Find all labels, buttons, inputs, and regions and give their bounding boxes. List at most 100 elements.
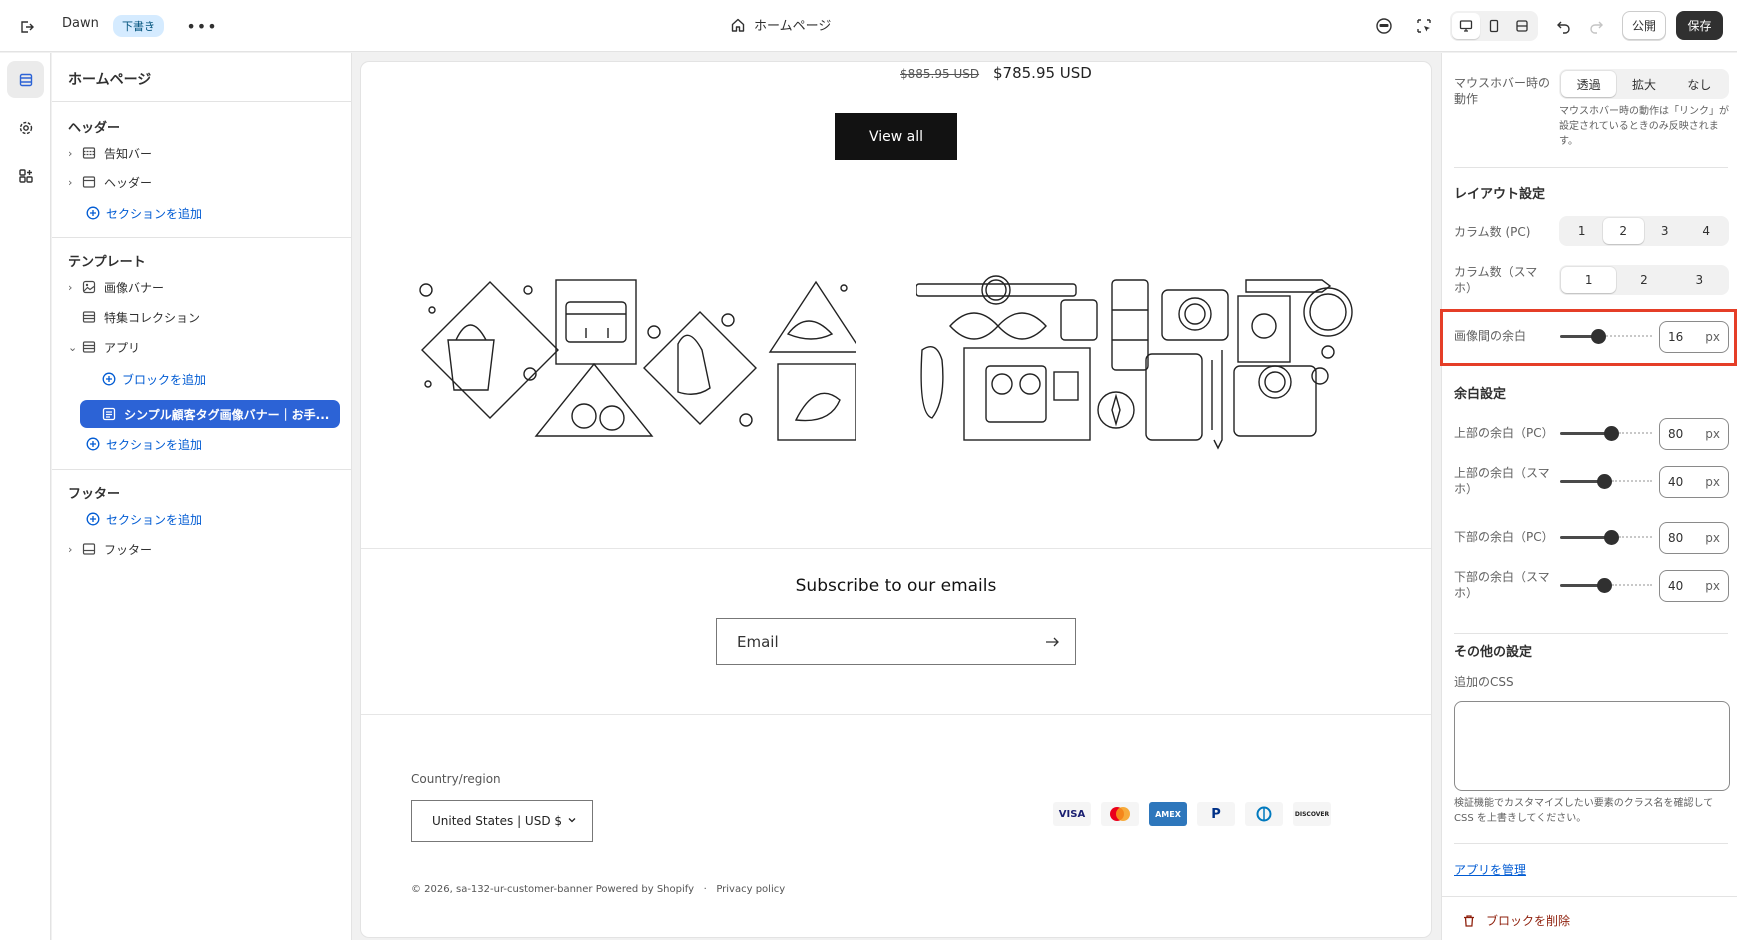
country-selector[interactable]: United States | USD $	[411, 800, 593, 842]
top-padding-sp-slider[interactable]	[1560, 473, 1652, 489]
sidebar-item-label: 画像バナー	[104, 280, 165, 295]
redo-icon[interactable]	[1580, 11, 1612, 41]
sidebar-item-image-banner[interactable]: › 画像バナー	[68, 275, 338, 299]
chevron-right-icon[interactable]: ›	[68, 147, 82, 160]
sidebar-item-header[interactable]: › ヘッダー	[68, 170, 338, 194]
top-bar: Dawn 下書き ••• ホームページ 公開 保存	[0, 0, 1737, 52]
sections-icon[interactable]	[7, 61, 44, 98]
mobile-view-icon[interactable]	[1480, 13, 1508, 39]
template-group-label: テンプレート	[68, 255, 146, 270]
arrow-right-icon[interactable]	[1043, 633, 1061, 651]
hover-option-zoom[interactable]: 拡大	[1616, 71, 1671, 97]
slider-track	[1619, 536, 1652, 538]
add-section-button-template[interactable]: セクションを追加	[86, 432, 202, 456]
chevron-down-icon[interactable]: ⌄	[68, 341, 82, 354]
page-selector[interactable]: ホームページ	[730, 15, 831, 34]
theme-settings-gear-icon[interactable]	[7, 109, 44, 146]
more-actions-button[interactable]: •••	[186, 13, 216, 39]
bottom-padding-pc-slider[interactable]	[1560, 529, 1652, 545]
bottom-padding-pc-value: 80	[1668, 531, 1684, 545]
divider	[361, 548, 1431, 549]
copyright-text: © 2026, sa-132-ur-customer-banner Powere…	[411, 884, 695, 895]
amex-icon: AMEX	[1149, 802, 1187, 826]
columns-pc-option-1[interactable]: 1	[1561, 218, 1603, 244]
columns-sp-option-1[interactable]: 1	[1561, 267, 1617, 293]
publish-button[interactable]: 公開	[1622, 11, 1666, 40]
select-element-icon[interactable]	[1410, 13, 1438, 39]
columns-sp-option-3[interactable]: 3	[1672, 267, 1727, 293]
home-icon	[731, 18, 745, 32]
undo-icon[interactable]	[1548, 11, 1580, 41]
discover-icon: DISCOVER	[1293, 802, 1331, 826]
newsletter-email-input[interactable]: Email	[716, 618, 1076, 665]
columns-pc-option-2[interactable]: 2	[1602, 218, 1644, 244]
slider-track	[1612, 584, 1652, 586]
bottom-padding-sp-input[interactable]: 40 px	[1659, 570, 1729, 602]
sidebar-item-announcement-bar[interactable]: › 告知バー	[68, 141, 338, 165]
travel-goods-illustration[interactable]	[916, 270, 1376, 450]
chevron-right-icon[interactable]: ›	[68, 176, 82, 189]
custom-css-textarea[interactable]	[1454, 701, 1730, 791]
hover-option-none[interactable]: なし	[1672, 71, 1727, 97]
delete-block-label: ブロックを削除	[1486, 914, 1571, 928]
top-padding-sp-label: 上部の余白（スマホ）	[1454, 466, 1550, 496]
other-settings-heading: その他の設定	[1454, 645, 1533, 660]
bottom-padding-sp-slider[interactable]	[1560, 577, 1652, 593]
sidebar-item-featured-collection[interactable]: 特集コレクション	[68, 305, 338, 329]
manage-apps-link[interactable]: アプリを管理	[1454, 861, 1526, 878]
sidebar-item-label: 告知バー	[104, 146, 153, 161]
spacing-heading: 余白設定	[1454, 387, 1507, 402]
slider-knob[interactable]	[1604, 530, 1619, 545]
add-section-label: セクションを追加	[106, 512, 203, 527]
columns-pc-option-3[interactable]: 3	[1644, 218, 1686, 244]
top-padding-pc-slider[interactable]	[1560, 425, 1652, 441]
plus-circle-icon	[86, 512, 100, 526]
plus-circle-icon	[86, 206, 100, 220]
sidebar-item-selected-block[interactable]: シンプル顧客タグ画像バナー｜お手...	[80, 400, 340, 428]
collection-icon	[82, 310, 104, 324]
delete-block-button[interactable]: ブロックを削除	[1462, 912, 1570, 929]
columns-sp-segmented: 1 2 3	[1559, 265, 1729, 295]
app-embeds-icon[interactable]	[7, 157, 44, 194]
inspector-icon[interactable]	[1370, 13, 1398, 39]
desktop-view-icon[interactable]	[1452, 13, 1480, 39]
slider-knob[interactable]	[1604, 426, 1619, 441]
block-icon	[102, 407, 116, 424]
sidebar-item-footer[interactable]: › フッター	[68, 537, 338, 561]
top-padding-sp-value: 40	[1668, 475, 1684, 489]
top-padding-pc-label: 上部の余白（PC）	[1454, 426, 1554, 440]
chevron-right-icon[interactable]: ›	[68, 543, 82, 556]
fullscreen-view-icon[interactable]	[1508, 13, 1536, 39]
fashion-illustration[interactable]	[416, 270, 856, 450]
view-all-button[interactable]: View all	[835, 113, 957, 160]
columns-pc-option-4[interactable]: 4	[1686, 218, 1728, 244]
add-section-button-header[interactable]: セクションを追加	[86, 201, 202, 225]
columns-sp-option-2[interactable]: 2	[1616, 267, 1671, 293]
mastercard-icon	[1101, 802, 1139, 826]
slider-knob[interactable]	[1597, 578, 1612, 593]
announcement-icon	[82, 146, 104, 160]
save-button[interactable]: 保存	[1676, 11, 1723, 40]
exit-icon[interactable]	[14, 14, 40, 40]
hover-help-text: マウスホバー時の動作は「リンク」が設定されているときのみ反映されます。	[1559, 106, 1729, 147]
bottom-padding-sp-value: 40	[1668, 579, 1684, 593]
hover-behavior-label: マウスホバー時の動作	[1454, 76, 1551, 106]
footer-icon	[82, 542, 104, 556]
header-icon	[82, 175, 104, 189]
chevron-right-icon[interactable]: ›	[68, 281, 82, 294]
add-block-button[interactable]: ブロックを追加	[102, 367, 206, 391]
top-padding-sp-input[interactable]: 40 px	[1659, 466, 1729, 498]
add-section-label: セクションを追加	[106, 437, 203, 452]
bottom-padding-pc-input[interactable]: 80 px	[1659, 522, 1729, 554]
columns-pc-label: カラム数 (PC)	[1454, 225, 1531, 239]
sidebar-item-app[interactable]: ⌄ アプリ	[68, 335, 338, 359]
sidebar-item-label: 特集コレクション	[104, 310, 201, 325]
slider-knob[interactable]	[1597, 474, 1612, 489]
hover-option-fade[interactable]: 透過	[1561, 71, 1617, 97]
bottom-padding-sp-label: 下部の余白（スマホ）	[1454, 570, 1550, 600]
top-padding-pc-input[interactable]: 80 px	[1659, 418, 1729, 450]
add-section-button-footer[interactable]: セクションを追加	[86, 507, 202, 531]
privacy-policy-link[interactable]: Privacy policy	[716, 884, 785, 895]
sidebar-item-label: フッター	[104, 542, 153, 557]
divider	[361, 714, 1431, 715]
